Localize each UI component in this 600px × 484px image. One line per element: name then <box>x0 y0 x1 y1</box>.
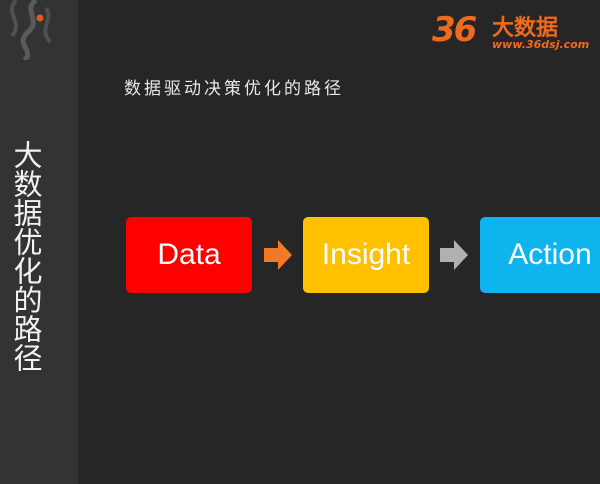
slide-main: 数据驱动决策优化的路径 36 大数据 www.36dsj.com Data In… <box>78 0 600 484</box>
brand-url: www.36dsj.com <box>492 38 590 51</box>
step-action-box: Action <box>480 217 600 293</box>
brand-logo: 36 大数据 www.36dsj.com <box>432 6 592 54</box>
arrow-right-icon <box>264 240 292 270</box>
step-data-box: Data <box>126 217 252 293</box>
arrow-right-icon <box>440 240 468 270</box>
sidebar: 大数据优化的路径 <box>0 0 78 484</box>
step-insight-box: Insight <box>303 217 429 293</box>
brand-number: 36 <box>432 10 477 50</box>
slide-subtitle: 数据驱动决策优化的路径 <box>124 79 344 99</box>
swirl-logo-icon <box>10 0 52 60</box>
sidebar-title: 大数据优化的路径 <box>9 140 43 372</box>
